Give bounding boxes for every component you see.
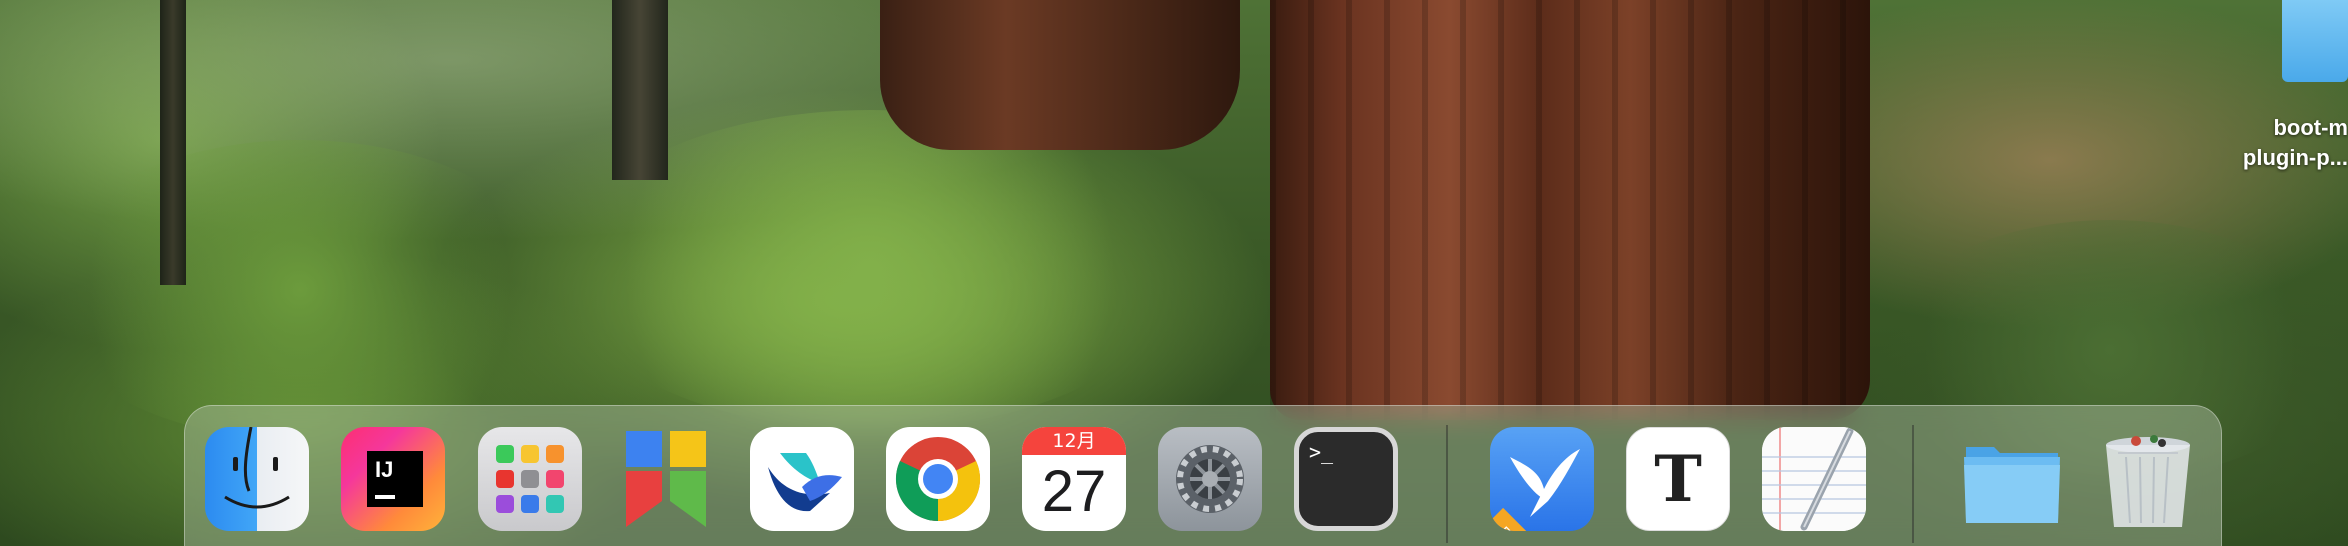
intellij-icon[interactable]: IJ xyxy=(341,427,445,531)
intellij-glyph: IJ xyxy=(367,451,423,507)
chrome-icon[interactable] xyxy=(886,427,990,531)
folder-icon[interactable] xyxy=(1960,427,2064,531)
typora-glyph: T xyxy=(1654,442,1702,517)
lark-icon[interactable] xyxy=(750,427,854,531)
calendar-month: 12月 xyxy=(1022,427,1126,455)
typora-icon[interactable]: T xyxy=(1626,427,1730,531)
dock-separator xyxy=(1446,425,1448,543)
textedit-icon[interactable] xyxy=(1762,427,1866,531)
calendar-icon[interactable]: 12月 27 xyxy=(1022,427,1126,531)
readdle-icon[interactable] xyxy=(614,427,718,531)
launchpad-icon[interactable] xyxy=(478,427,582,531)
desktop-folder-icon[interactable] xyxy=(2282,0,2348,82)
calendar-day: 27 xyxy=(1041,459,1107,524)
terminal-icon[interactable]: >_ xyxy=(1294,427,1398,531)
terminal-prompt: >_ xyxy=(1309,440,1334,464)
dock-separator xyxy=(1912,425,1914,543)
trash-icon[interactable] xyxy=(2096,427,2200,531)
bird-icon[interactable]: Pro xyxy=(1490,427,1594,531)
desktop-item-label[interactable]: boot-m plugin-p... xyxy=(2205,113,2348,173)
finder-icon[interactable] xyxy=(205,427,309,531)
gear-icon[interactable] xyxy=(1158,427,1262,531)
